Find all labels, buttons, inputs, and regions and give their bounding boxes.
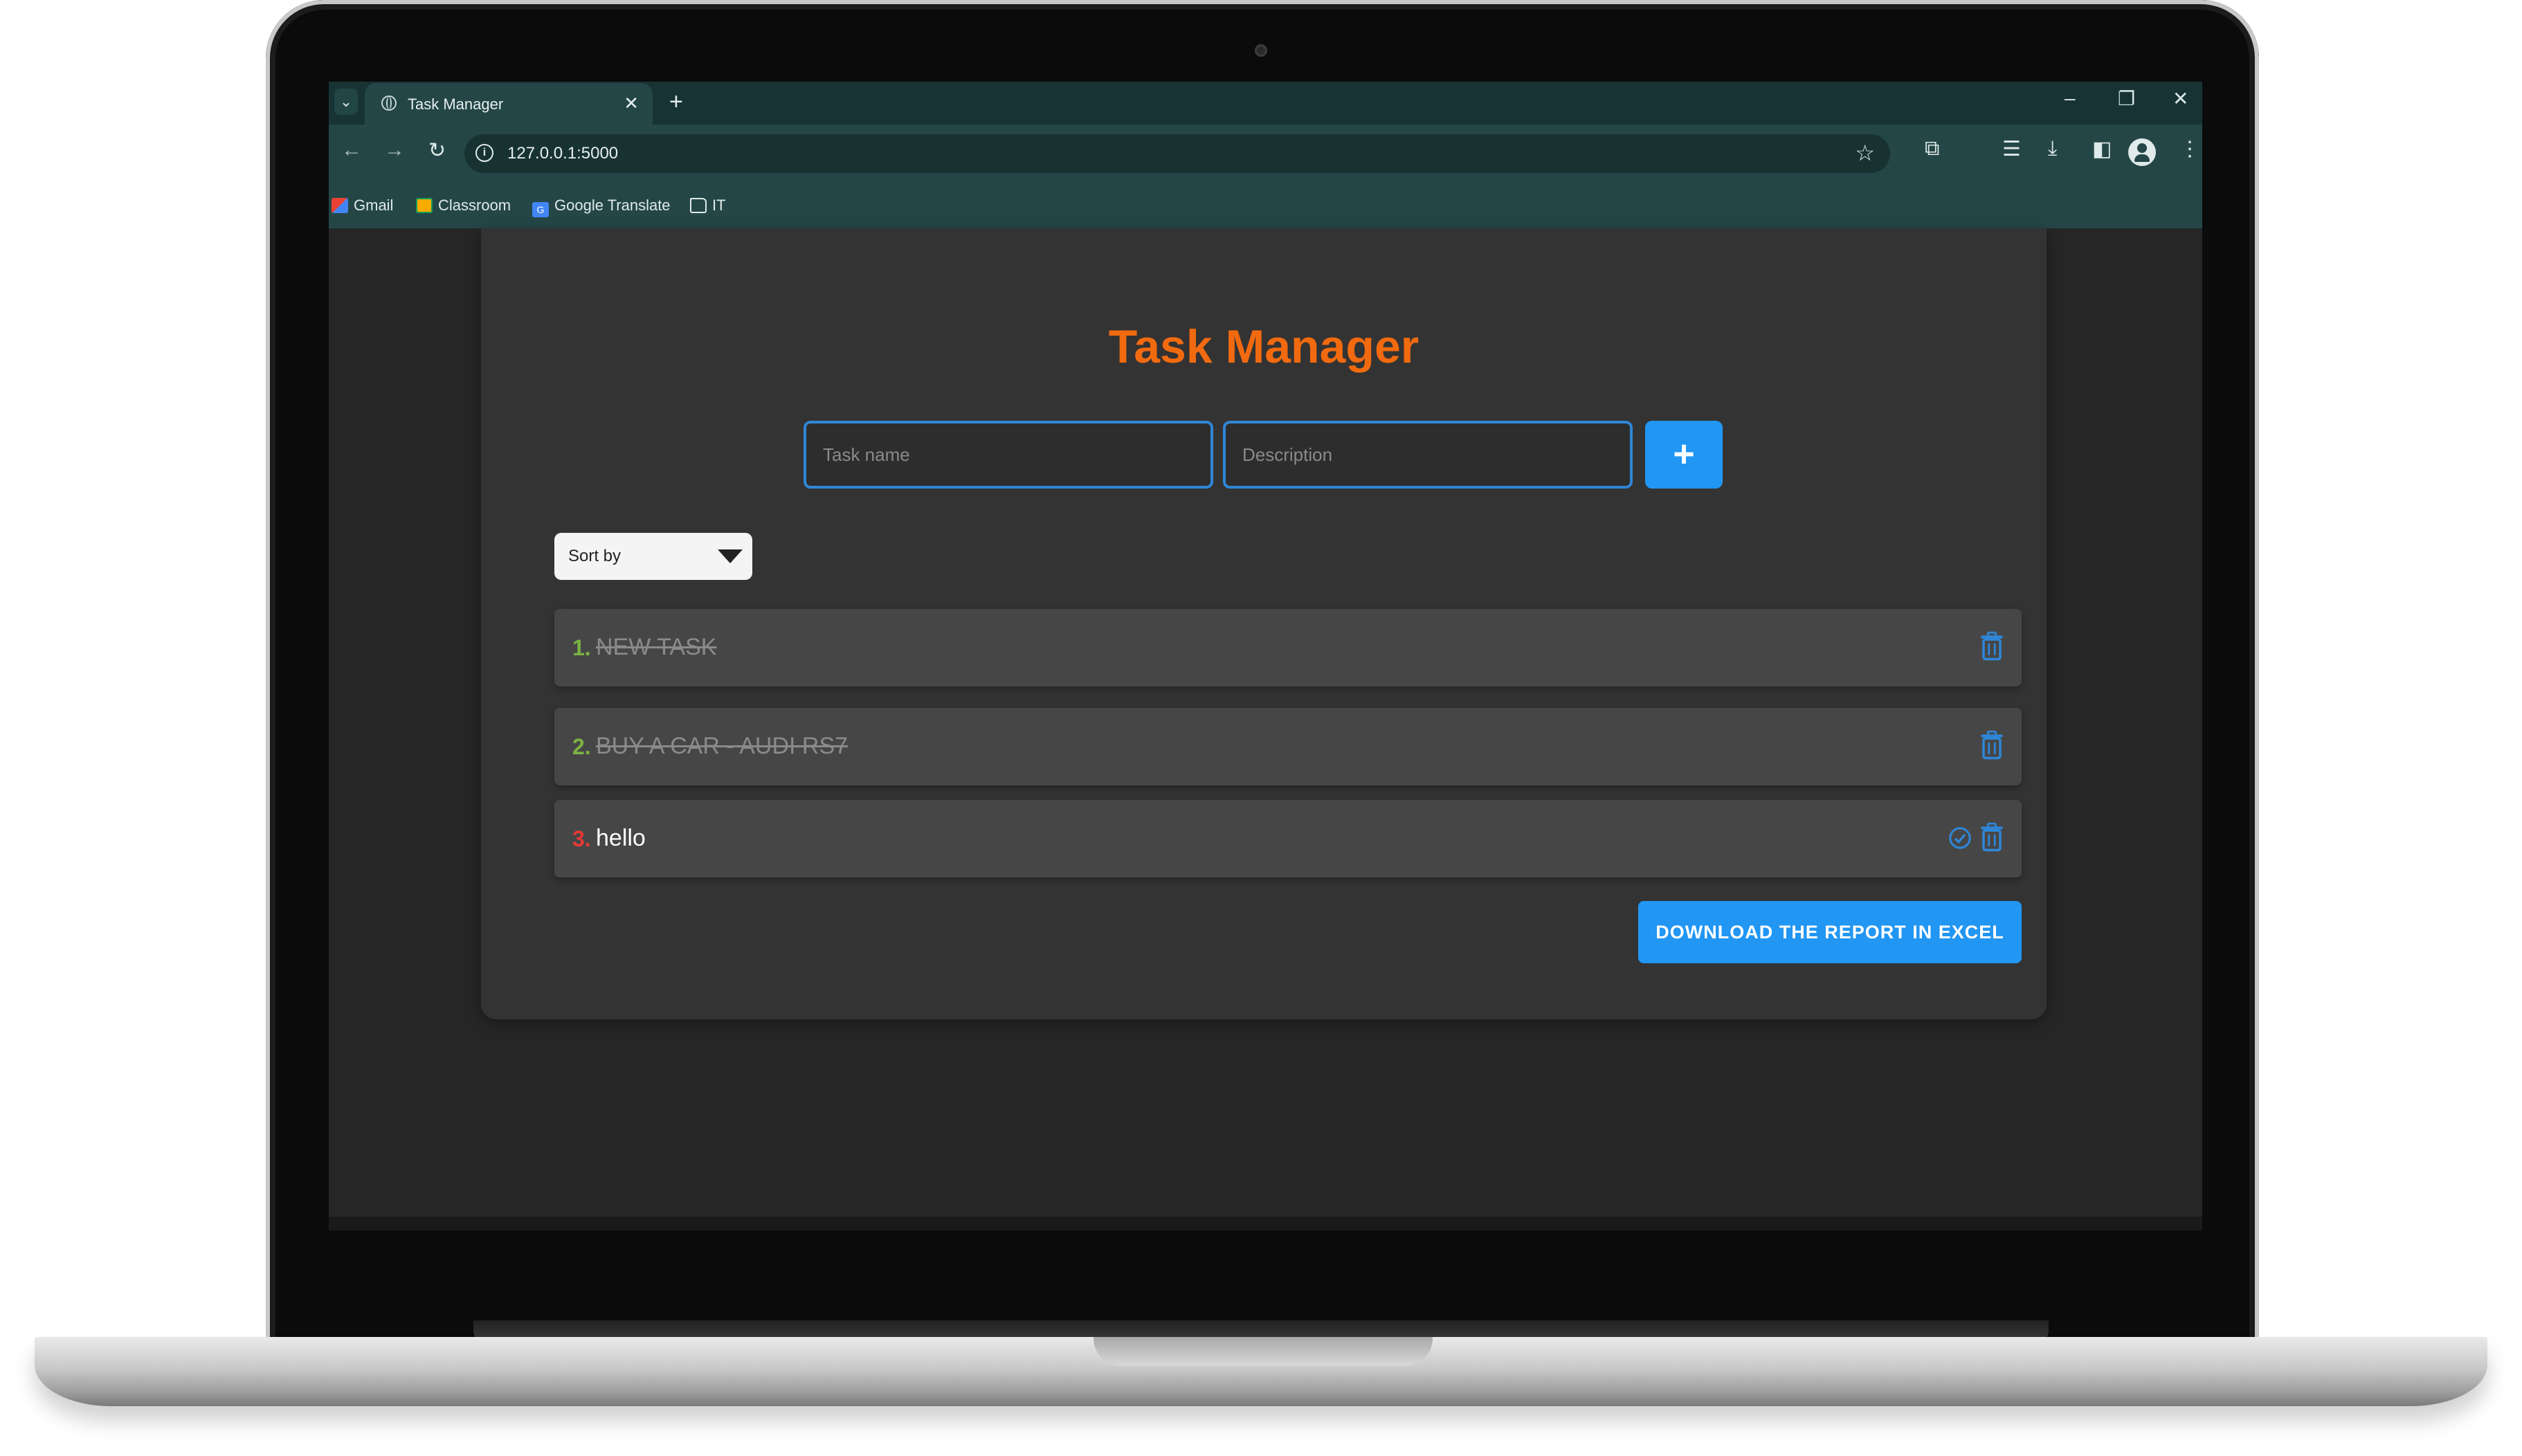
task-text: hello [596,825,646,851]
reading-list-icon[interactable]: ☰ [2002,137,2021,161]
restore-icon[interactable]: ❐ [2118,87,2135,110]
trash-icon[interactable] [1980,730,2004,761]
tab-title: Task Manager [408,95,504,113]
task-number: 1. [572,635,591,660]
forward-icon[interactable]: → [384,138,405,162]
check-circle-icon[interactable] [1948,826,1972,850]
side-panel-icon[interactable]: ◧ [2092,137,2112,161]
globe-icon [381,95,397,111]
tab-search-button[interactable]: ⌄ [334,89,358,115]
tab-strip: ⌄ Task Manager ✕ + – ❐ ✕ [329,82,2202,125]
bookmark-classroom[interactable]: Classroom [416,197,511,215]
task-row[interactable]: 3. hello [554,800,2022,877]
screen-bottom-bar [329,1217,2202,1230]
extensions-icon[interactable]: ⧉ [1925,137,1939,161]
add-task-button[interactable]: + [1645,421,1723,489]
folder-icon [690,198,707,213]
task-manager-card: Task Manager + Sort by 1. NEW TASK [481,228,2047,1019]
tab-task-manager[interactable]: Task Manager ✕ [365,83,653,125]
bookmark-star-icon[interactable]: ☆ [1855,140,1875,166]
download-icon[interactable]: ⤓ [2048,137,2057,161]
task-name-input[interactable] [804,421,1213,489]
page-title: Task Manager [1108,320,1419,373]
close-tab-icon[interactable]: ✕ [624,93,639,114]
reload-icon[interactable]: ↻ [428,138,446,163]
sort-dropdown[interactable]: Sort by [554,533,752,580]
bookmark-label: Classroom [438,197,511,214]
back-icon[interactable]: ← [341,138,362,162]
bookmark-label: Gmail [354,197,394,214]
browser-toolbar: ← → ↻ i 127.0.0.1:5000 ☆ ⧉ ☰ ⤓ ◧ ⋮ [329,125,2202,183]
laptop-notch [1094,1337,1433,1366]
webcam [1255,44,1267,57]
task-text: BUY A CAR - AUDI RS7 [596,733,849,759]
trash-icon[interactable] [1980,822,2004,853]
chevron-down-icon [718,549,743,563]
menu-icon[interactable]: ⋮ [2179,137,2200,161]
task-text: NEW TASK [596,634,717,660]
google-translate-icon: G [532,202,549,217]
bookmarks-bar: Gmail Classroom G Google Translate IT [329,183,2202,228]
download-excel-button[interactable]: DOWNLOAD THE REPORT IN EXCEL [1638,901,2022,963]
bookmark-folder-it[interactable]: IT [690,197,726,215]
description-input[interactable] [1223,421,1633,489]
url-text: 127.0.0.1:5000 [507,144,619,163]
screen: ⌄ Task Manager ✕ + – ❐ ✕ ← → ↻ i 127.0.0… [329,82,2202,1230]
sort-label: Sort by [568,547,622,565]
bookmark-label: IT [712,197,726,214]
task-number: 2. [572,734,591,759]
classroom-icon [416,198,433,213]
bookmark-google-translate[interactable]: G Google Translate [532,197,671,217]
gmail-icon [332,198,348,213]
site-info-icon[interactable]: i [475,144,493,162]
close-window-icon[interactable]: ✕ [2172,87,2188,110]
task-number: 3. [572,826,591,851]
task-row[interactable]: 2. BUY A CAR - AUDI RS7 [554,708,2022,785]
minimize-icon[interactable]: – [2065,87,2076,109]
task-row[interactable]: 1. NEW TASK [554,609,2022,686]
trash-icon[interactable] [1980,631,2004,662]
profile-icon[interactable] [2128,138,2156,166]
page-body: Task Manager + Sort by 1. NEW TASK [329,228,2202,1230]
new-tab-button[interactable]: + [669,89,683,116]
bookmark-gmail[interactable]: Gmail [332,197,393,215]
bookmark-label: Google Translate [554,197,671,214]
address-bar[interactable]: i 127.0.0.1:5000 ☆ [464,134,1890,173]
